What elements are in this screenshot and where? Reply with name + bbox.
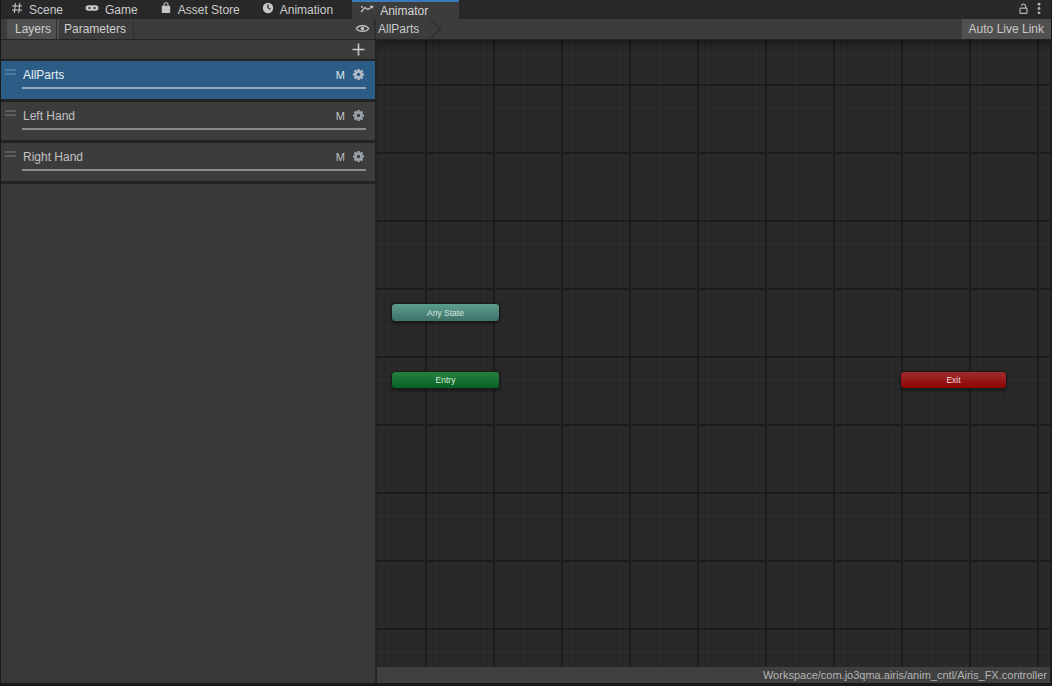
canvas-status-bar: Workspace/com.jo3qma.airis/anim_cntl/Air… xyxy=(375,667,1052,683)
state-node-exit[interactable]: Exit xyxy=(900,371,1007,389)
layer-settings-gear-icon[interactable] xyxy=(352,149,365,162)
window-left-edge xyxy=(0,0,1,686)
layer-row-allparts[interactable]: AllParts M xyxy=(0,61,375,102)
tab-label: Scene xyxy=(29,3,63,17)
controller-path-label: Workspace/com.jo3qma.airis/anim_cntl/Air… xyxy=(763,669,1047,681)
tab-bar: Scene Game Asset Store Animation Animator xyxy=(0,0,1052,19)
state-node-label: Any State xyxy=(427,308,464,318)
layer-mask-label: M xyxy=(336,151,345,163)
panel-canvas-divider xyxy=(375,40,377,683)
tab-animator[interactable]: Animator xyxy=(352,0,459,19)
tab-scene[interactable]: Scene xyxy=(0,0,74,19)
layer-weight-slider[interactable] xyxy=(22,169,366,171)
parameters-tab[interactable]: Parameters xyxy=(56,19,134,39)
layers-tab[interactable]: Layers xyxy=(7,19,59,39)
drag-handle-icon[interactable] xyxy=(5,69,16,77)
layer-name: Right Hand xyxy=(23,150,83,164)
breadcrumb-chevron-icon xyxy=(429,20,444,41)
layers-panel: AllParts M Left Hand M Right Hand M xyxy=(0,40,375,683)
tab-game[interactable]: Game xyxy=(74,0,149,19)
drag-handle-icon[interactable] xyxy=(5,151,16,159)
state-machine-canvas[interactable]: Any State Entry Exit Workspace/com.jo3qma.… xyxy=(375,40,1052,683)
kebab-menu-icon[interactable] xyxy=(1037,1,1041,19)
parameters-tab-label: Parameters xyxy=(64,22,126,36)
add-layer-button[interactable] xyxy=(351,42,366,61)
state-node-label: Entry xyxy=(436,375,456,385)
tab-label: Animator xyxy=(380,4,428,18)
bag-icon xyxy=(160,2,172,17)
layer-settings-gear-icon[interactable] xyxy=(352,67,365,80)
state-node-entry[interactable]: Entry xyxy=(391,371,500,389)
state-node-any-state[interactable]: Any State xyxy=(391,303,500,322)
layer-name: AllParts xyxy=(23,68,64,82)
animator-icon xyxy=(360,3,374,18)
auto-live-link-button[interactable]: Auto Live Link xyxy=(962,19,1051,39)
lock-icon[interactable] xyxy=(1017,1,1030,19)
canvas-top-shadow xyxy=(375,40,1052,51)
layer-weight-slider[interactable] xyxy=(22,128,366,130)
eye-icon[interactable] xyxy=(355,22,370,38)
gamepad-icon xyxy=(85,2,99,17)
state-node-label: Exit xyxy=(946,375,960,385)
animator-window: Scene Game Asset Store Animation Animator La… xyxy=(0,0,1052,686)
tab-asset-store[interactable]: Asset Store xyxy=(149,0,251,19)
layer-weight-slider[interactable] xyxy=(22,87,366,89)
clock-icon xyxy=(262,2,274,17)
breadcrumb[interactable]: AllParts xyxy=(378,19,419,39)
tab-label: Game xyxy=(105,3,138,17)
layers-tab-label: Layers xyxy=(15,22,51,36)
layer-name: Left Hand xyxy=(23,109,75,123)
breadcrumb-label: AllParts xyxy=(378,22,419,36)
drag-handle-icon[interactable] xyxy=(5,110,16,118)
layers-panel-header xyxy=(0,40,375,61)
tab-label: Animation xyxy=(280,3,333,17)
auto-live-link-label: Auto Live Link xyxy=(969,22,1044,36)
layer-row-right-hand[interactable]: Right Hand M xyxy=(0,143,375,184)
layer-settings-gear-icon[interactable] xyxy=(352,108,365,121)
layer-row-left-hand[interactable]: Left Hand M xyxy=(0,102,375,143)
toolbar-panel-divider xyxy=(374,19,376,39)
animator-toolbar: Layers Parameters AllParts Auto Live Lin… xyxy=(0,19,1052,40)
tab-animation[interactable]: Animation xyxy=(251,0,344,19)
layer-mask-label: M xyxy=(336,69,345,81)
grid-icon xyxy=(11,2,23,17)
layer-mask-label: M xyxy=(336,110,345,122)
tab-label: Asset Store xyxy=(178,3,240,17)
